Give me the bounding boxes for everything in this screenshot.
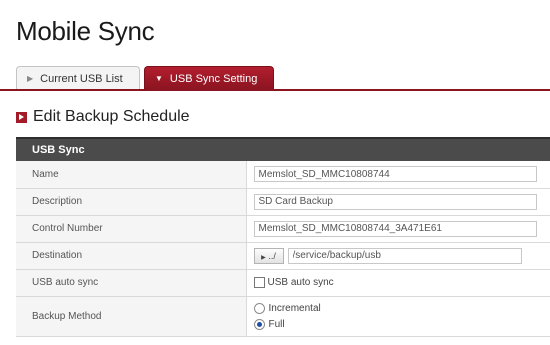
form-row-destination: Destination ▶ ../ (16, 242, 550, 270)
browse-button[interactable]: ▶ ../ (253, 247, 284, 264)
field-label: Description (16, 188, 247, 216)
form-row-control-number: Control Number (16, 215, 550, 243)
page-title: Mobile Sync (16, 16, 155, 46)
tab-underline (0, 89, 550, 91)
tab-label: Current USB List (40, 72, 123, 85)
section-title: Edit Backup Schedule (16, 108, 190, 126)
tab-label: USB Sync Setting (169, 72, 258, 85)
field-label: Name (16, 161, 247, 189)
form-row-auto-sync: USB auto sync USB auto sync (16, 269, 550, 297)
form-row-backup-method: Backup Method Incremental Full (16, 296, 550, 337)
field-label: Backup Method (16, 296, 247, 337)
control-number-input[interactable] (253, 220, 537, 237)
description-input[interactable] (253, 193, 537, 210)
section-title-text: Edit Backup Schedule (33, 108, 190, 125)
radio-label: Full (268, 318, 285, 330)
tab-current-usb-list[interactable]: ▶ Current USB List (16, 66, 140, 90)
incremental-radio[interactable] (253, 302, 265, 314)
checkbox-label: USB auto sync (267, 277, 334, 288)
auto-sync-option[interactable]: USB auto sync (253, 277, 550, 288)
full-radio[interactable] (253, 318, 265, 330)
auto-sync-checkbox[interactable] (253, 277, 265, 288)
browse-button-label: ../ (268, 250, 276, 261)
tab-usb-sync-setting[interactable]: ▼ USB Sync Setting (144, 66, 274, 90)
name-input[interactable] (253, 166, 537, 183)
section-arrow-icon (16, 111, 27, 123)
destination-input[interactable] (287, 247, 522, 264)
radio-option-incremental[interactable]: Incremental (253, 302, 550, 314)
field-label: Control Number (16, 215, 247, 243)
radio-label: Incremental (268, 302, 321, 314)
destination-group: ▶ ../ (253, 247, 550, 264)
field-label: Destination (16, 242, 247, 270)
tab-bar: ▶ Current USB List ▼ USB Sync Setting (16, 66, 278, 90)
form-row-name: Name (16, 161, 550, 189)
panel-header: USB Sync (16, 137, 550, 161)
form-row-description: Description (16, 188, 550, 216)
field-label: USB auto sync (16, 269, 247, 297)
usb-sync-form: Name Description Control Number Destinat… (16, 161, 550, 337)
caret-right-icon: ▶ (261, 254, 266, 261)
caret-right-icon: ▶ (27, 73, 34, 83)
radio-option-full[interactable]: Full (253, 318, 550, 330)
caret-down-icon: ▼ (155, 73, 163, 83)
